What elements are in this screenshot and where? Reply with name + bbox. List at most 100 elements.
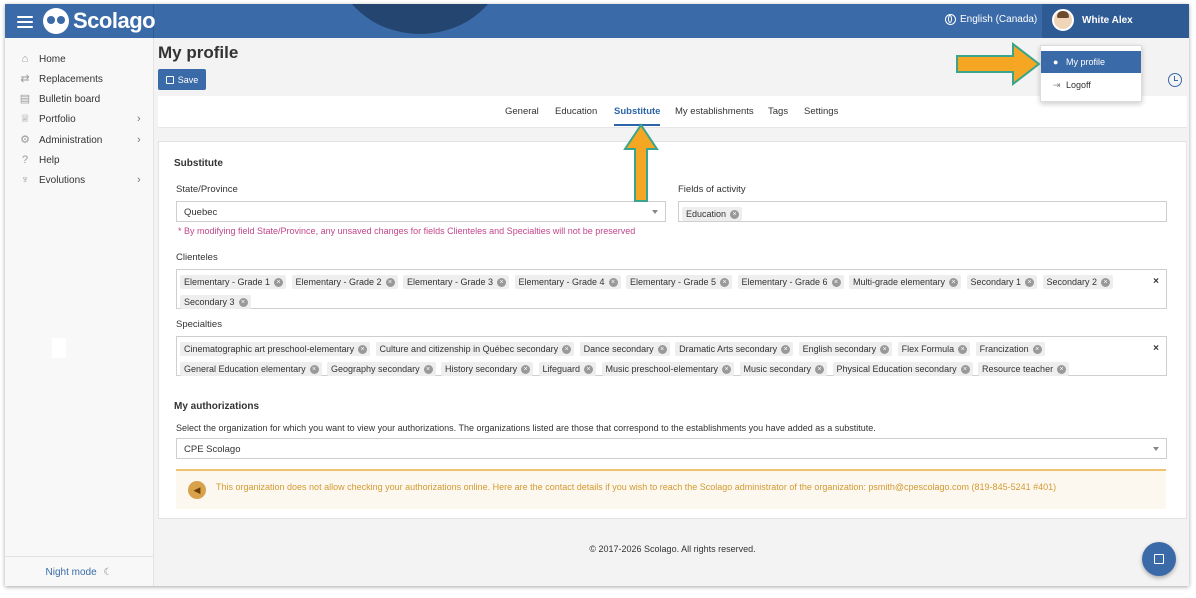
person-icon: ●: [1053, 57, 1059, 67]
top-bar: Scolago English (Canada) White Alex: [5, 4, 1189, 38]
tag-label: Multi-grade elementary: [853, 277, 946, 287]
clear-all-icon[interactable]: ×: [1153, 343, 1159, 354]
organization-select[interactable]: CPE Scolago: [176, 438, 1167, 459]
sidebar-item-label: Replacements: [39, 74, 103, 85]
tag-label: Flex Formula: [901, 344, 955, 354]
tag-label: Music preschool-elementary: [605, 364, 719, 374]
save-label: Save: [177, 74, 199, 85]
tag-chip: Resource teacher ×: [978, 362, 1070, 376]
menu-item-my-profile[interactable]: ● My profile: [1041, 51, 1141, 73]
remove-tag-icon[interactable]: ×: [385, 277, 395, 287]
sidebar-item-help[interactable]: ? Help: [5, 152, 153, 170]
fields-of-activity-input[interactable]: Education ×: [678, 201, 1167, 222]
tag-chip: Elementary - Grade 5 ×: [626, 275, 733, 289]
sidebar-item-portfolio[interactable]: ♕ Portfolio ›: [5, 111, 153, 129]
tag-label: Resource teacher: [982, 364, 1054, 374]
sidebar-item-replacements[interactable]: ⇄ Replacements: [5, 71, 153, 89]
remove-tag-icon[interactable]: ×: [608, 277, 618, 287]
tag-chip: Culture and citizenship in Québec second…: [375, 342, 575, 356]
remove-tag-icon[interactable]: ×: [720, 277, 730, 287]
globe-icon: [945, 14, 956, 25]
tag-label: Dance secondary: [583, 344, 654, 354]
remove-tag-icon[interactable]: ×: [949, 277, 959, 287]
history-icon[interactable]: [1168, 73, 1182, 87]
tag-chip: Elementary - Grade 1 ×: [180, 275, 287, 289]
tab-my-establishments[interactable]: My establishments: [675, 106, 754, 117]
tag-label: English secondary: [802, 344, 877, 354]
caret-down-icon: [652, 210, 658, 214]
remove-tag-icon[interactable]: ×: [497, 277, 507, 287]
remove-tag-icon[interactable]: ×: [960, 364, 970, 374]
remove-tag-icon[interactable]: ×: [1057, 364, 1067, 374]
clienteles-input[interactable]: Elementary - Grade 1 × Elementary - Grade…: [176, 269, 1167, 309]
remove-tag-icon[interactable]: ×: [309, 364, 319, 374]
page-title: My profile: [158, 43, 239, 62]
remove-tag-icon[interactable]: ×: [781, 344, 791, 354]
tag-label: Music secondary: [743, 364, 812, 374]
remove-tag-icon[interactable]: ×: [1101, 277, 1111, 287]
remove-tag-icon[interactable]: ×: [722, 364, 732, 374]
tab-substitute[interactable]: Substitute: [614, 106, 661, 126]
tag-chip: Francization ×: [975, 342, 1045, 356]
sidebar-item-administration[interactable]: ⚙ Administration ›: [5, 132, 153, 150]
state-province-label: State/Province: [176, 184, 238, 195]
chevron-right-icon: ›: [137, 113, 141, 125]
question-icon: ?: [21, 154, 29, 166]
language-selector[interactable]: English (Canada): [945, 14, 1037, 25]
remove-tag-icon[interactable]: ×: [1032, 344, 1042, 354]
tag-label: General Education elementary: [184, 364, 306, 374]
logo-text[interactable]: Scolago: [73, 8, 156, 34]
menu-item-logoff[interactable]: ⇥ Logoff: [1041, 74, 1141, 96]
user-menu-toggle[interactable]: White Alex: [1042, 4, 1189, 38]
sidebar-item-home[interactable]: ⌂ Home: [5, 51, 153, 69]
tab-education[interactable]: Education: [555, 106, 597, 117]
tag-label: Education: [686, 209, 727, 219]
tab-settings[interactable]: Settings: [804, 106, 838, 117]
authorizations-title: My authorizations: [174, 401, 260, 412]
tag-chip: Cinematographic art preschool-elementary…: [180, 342, 371, 356]
substitute-title: Substitute: [174, 158, 223, 169]
sidebar-item-label: Evolutions: [39, 175, 86, 186]
specialties-input[interactable]: Cinematographic art preschool-elementary…: [176, 336, 1167, 376]
night-mode-toggle[interactable]: Night mode ☾: [5, 556, 153, 578]
floating-save-button[interactable]: [1142, 542, 1176, 576]
tag-chip: Multi-grade elementary ×: [849, 275, 962, 289]
save-button[interactable]: Save: [158, 69, 206, 90]
remove-tag-icon[interactable]: ×: [423, 364, 433, 374]
remove-tag-icon[interactable]: ×: [358, 344, 368, 354]
tab-general[interactable]: General: [505, 106, 539, 117]
clear-all-icon[interactable]: ×: [1153, 276, 1159, 287]
tag-chip: Physical Education secondary ×: [832, 362, 973, 376]
brand-area: Scolago: [5, 4, 156, 38]
state-province-select[interactable]: Quebec: [176, 201, 666, 222]
hamburger-menu-icon[interactable]: [17, 13, 33, 29]
megaphone-icon: ◀: [188, 481, 206, 499]
remove-tag-icon[interactable]: ×: [584, 364, 594, 374]
chevron-right-icon: ›: [137, 134, 141, 146]
tag-chip: Flex Formula ×: [897, 342, 971, 356]
floppy-disk-icon: [1154, 554, 1164, 564]
remove-tag-icon[interactable]: ×: [880, 344, 890, 354]
app-window: Scolago English (Canada) White Alex ⌂ Ho…: [5, 4, 1189, 586]
remove-tag-icon[interactable]: ×: [562, 344, 572, 354]
remove-tag-icon[interactable]: ×: [657, 344, 667, 354]
remove-tag-icon[interactable]: ×: [815, 364, 825, 374]
sidebar-item-evolutions[interactable]: ♆ Evolutions ›: [5, 172, 153, 190]
state-province-value: Quebec: [184, 207, 218, 218]
tab-tags[interactable]: Tags: [768, 106, 788, 117]
sidebar-item-bulletin-board[interactable]: ▤ Bulletin board: [5, 91, 153, 109]
remove-tag-icon[interactable]: ×: [730, 209, 740, 219]
tag-chip: Dance secondary ×: [579, 342, 670, 356]
remove-tag-icon[interactable]: ×: [831, 277, 841, 287]
avatar: [1052, 9, 1074, 31]
remove-tag-icon[interactable]: ×: [958, 344, 968, 354]
bulletin-board-icon: ▤: [19, 93, 31, 105]
tag-label: Francization: [979, 344, 1029, 354]
remove-tag-icon[interactable]: ×: [274, 277, 284, 287]
remove-tag-icon[interactable]: ×: [1025, 277, 1035, 287]
footer-copyright: © 2017-2026 Scolago. All rights reserved…: [589, 544, 756, 554]
tag-label: Secondary 2: [1046, 277, 1098, 287]
remove-tag-icon[interactable]: ×: [238, 297, 248, 307]
tag-chip: Elementary - Grade 3 ×: [403, 275, 510, 289]
remove-tag-icon[interactable]: ×: [521, 364, 531, 374]
